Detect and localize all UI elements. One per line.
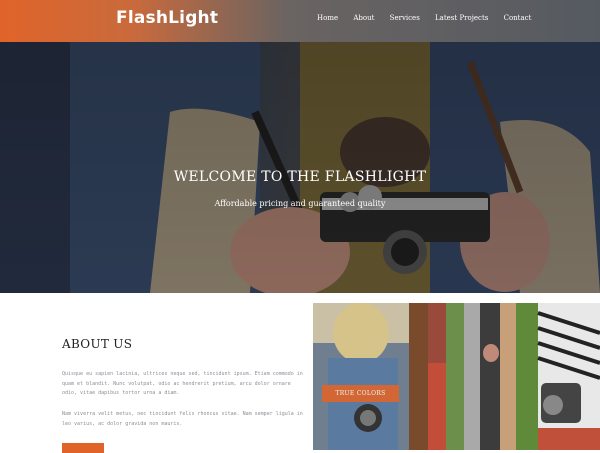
site-header: FlashLight Home About Services Latest Pr… — [0, 0, 600, 42]
brand-logo[interactable]: FlashLight — [116, 8, 218, 28]
nav-item-about[interactable]: About — [353, 14, 374, 22]
nav-item-latest-projects[interactable]: Latest Projects — [435, 14, 488, 22]
hero-subtitle: Affordable pricing and guaranteed qualit… — [214, 199, 386, 208]
hero-image — [0, 42, 600, 293]
nav-item-home[interactable]: Home — [317, 14, 338, 22]
about-title: ABOUT US — [62, 337, 133, 351]
gallery-image — [313, 303, 600, 450]
about-read-more-button[interactable] — [62, 443, 104, 453]
hero-banner: WELCOME TO THE FLASHLIGHT Affordable pri… — [0, 42, 600, 293]
hero-title: WELCOME TO THE FLASHLIGHT — [173, 169, 427, 185]
nav-item-contact[interactable]: Contact — [504, 14, 532, 22]
gallery-strip — [313, 303, 600, 450]
main-nav: Home About Services Latest Projects Cont… — [317, 14, 544, 22]
about-paragraph-1: Quisque eu sapien lacinia, ultrices nequ… — [62, 371, 303, 396]
about-paragraph-2: Nam viverra velit metus, nec tincidunt f… — [62, 411, 303, 427]
gallery-overlay-label[interactable]: TRUE COLORS — [322, 385, 399, 402]
nav-item-services[interactable]: Services — [390, 14, 420, 22]
